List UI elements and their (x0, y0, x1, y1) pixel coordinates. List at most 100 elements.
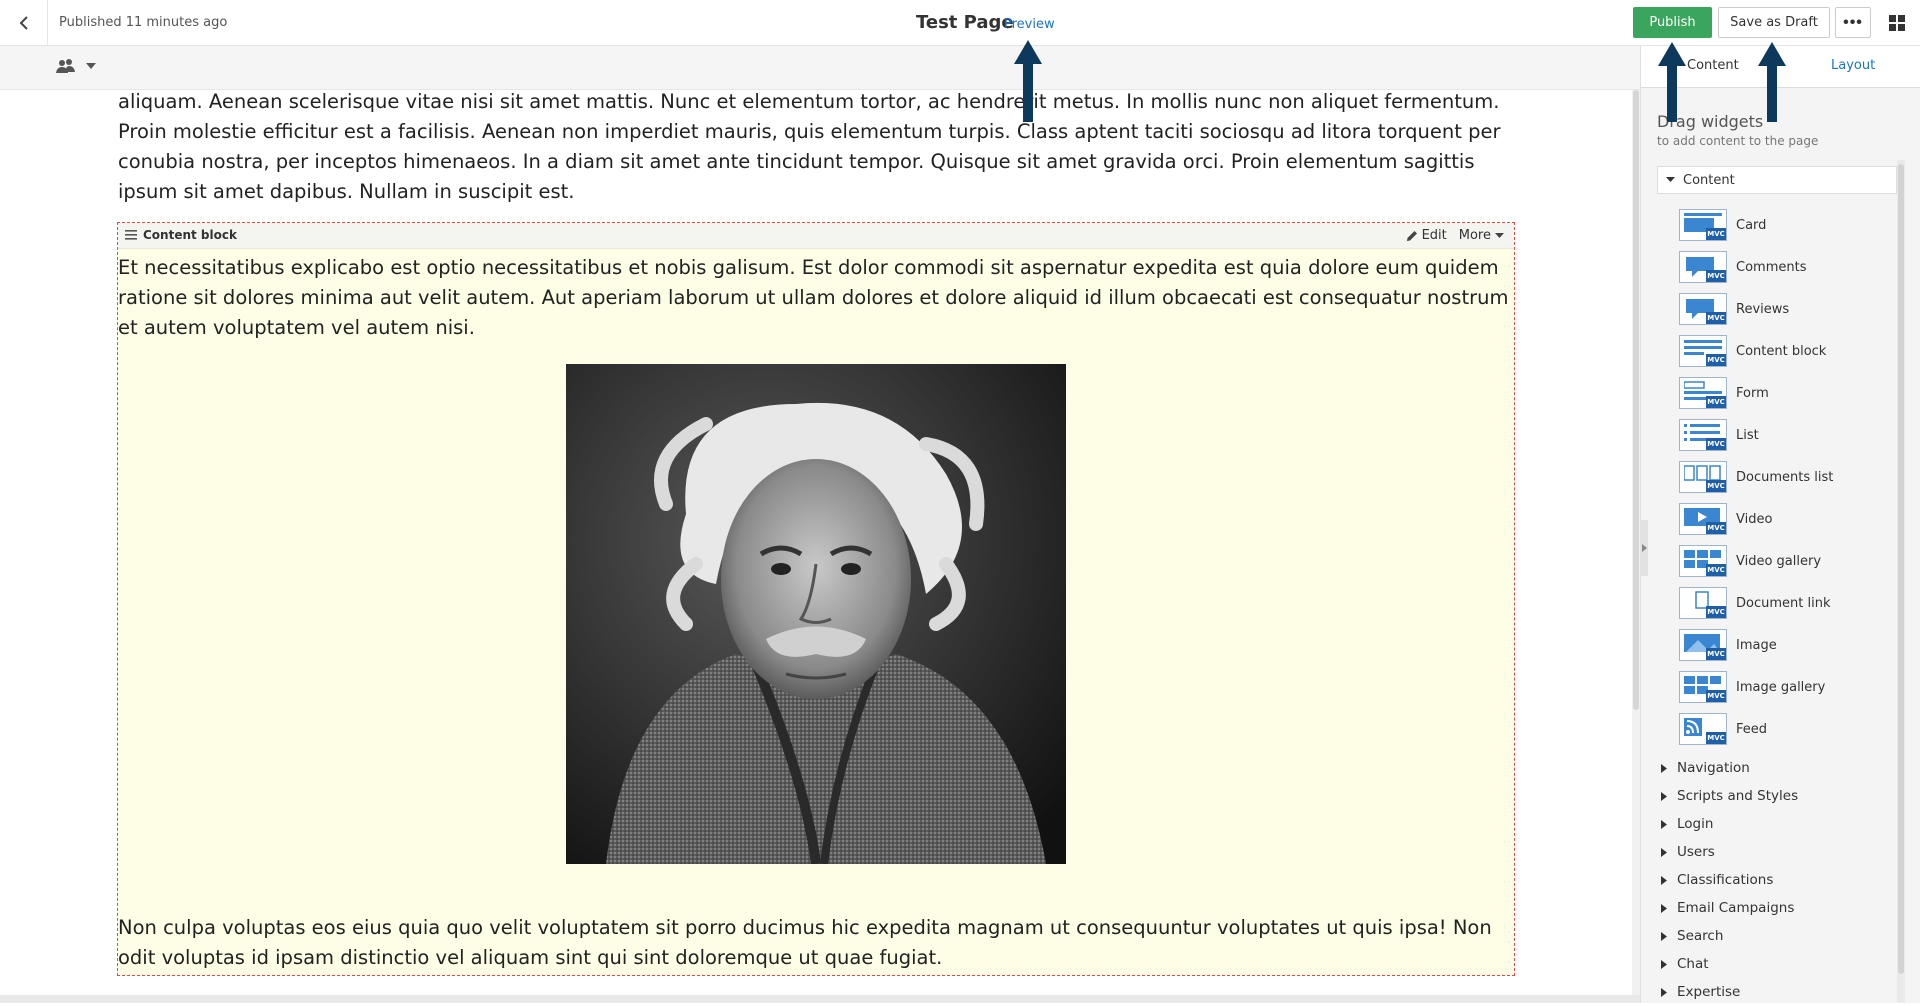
chevron-left-icon (19, 16, 28, 30)
horizontal-scrollbar[interactable] (0, 995, 1640, 1003)
caret-right-icon (1661, 847, 1667, 857)
edit-label: Edit (1421, 228, 1447, 243)
save-as-draft-button[interactable]: Save as Draft (1718, 7, 1830, 38)
widget-list: MVC Card MVC Comments MVC Reviews MVC Co… (1679, 204, 1899, 750)
widget-document-link[interactable]: MVC Document link (1679, 582, 1899, 624)
widget-form[interactable]: MVC Form (1679, 372, 1899, 414)
page-title: Test Page (916, 12, 1014, 33)
video-gallery-widget-icon: MVC (1679, 545, 1727, 577)
widget-label: Document link (1736, 595, 1831, 611)
widget-label: Feed (1736, 721, 1768, 737)
feed-widget-icon: MVC (1679, 713, 1727, 745)
category-chat[interactable]: Chat (1661, 950, 1901, 978)
panel-collapse-handle[interactable] (1640, 520, 1648, 576)
caret-right-icon (1661, 763, 1667, 773)
persona-selector[interactable] (56, 58, 96, 74)
widget-panel: Content Layout Drag widgets to add conte… (1640, 46, 1920, 1003)
content-block-header: Content block Edit More (118, 223, 1514, 249)
widget-label: List (1736, 427, 1759, 443)
widget-label: Video gallery (1736, 553, 1822, 569)
panel-subtitle: to add content to the page (1657, 134, 1819, 148)
widget-content-block[interactable]: MVC Content block (1679, 330, 1899, 372)
documents-list-widget-icon: MVC (1679, 461, 1727, 493)
canvas-toolbar (0, 46, 1640, 90)
content-section-toggle[interactable]: Content (1657, 166, 1897, 194)
image-widget-icon: MVC (1679, 629, 1727, 661)
category-navigation[interactable]: Navigation (1661, 754, 1901, 782)
widget-label: Reviews (1736, 301, 1790, 317)
video-widget-icon: MVC (1679, 503, 1727, 535)
canvas-scrollbar[interactable] (1632, 90, 1640, 995)
widget-video-gallery[interactable]: MVC Video gallery (1679, 540, 1899, 582)
tab-content[interactable]: Content (1687, 58, 1739, 73)
layout-toggle-button[interactable] (1880, 7, 1914, 38)
caret-down-icon (86, 63, 96, 69)
caret-right-icon (1661, 987, 1667, 997)
tab-layout[interactable]: Layout (1831, 58, 1875, 73)
caret-right-icon (1661, 931, 1667, 941)
widget-comments[interactable]: MVC Comments (1679, 246, 1899, 288)
widget-label: Image (1736, 637, 1777, 653)
widget-label: Card (1736, 217, 1767, 233)
widget-feed[interactable]: MVC Feed (1679, 708, 1899, 750)
block-paragraph-2: Non culpa voluptas eos eius quia quo vel… (118, 916, 1492, 969)
card-widget-icon: MVC (1679, 209, 1727, 241)
content-block-actions: Edit More (1406, 228, 1504, 243)
publish-button[interactable]: Publish (1633, 7, 1712, 38)
category-login[interactable]: Login (1661, 810, 1901, 838)
category-scripts-and-styles[interactable]: Scripts and Styles (1661, 782, 1901, 810)
caret-down-icon (1666, 177, 1675, 182)
widget-reviews[interactable]: MVC Reviews (1679, 288, 1899, 330)
category-expertise[interactable]: Expertise (1661, 978, 1901, 1006)
page-canvas: aliquam. Aenean scelerisque vitae nisi s… (0, 90, 1632, 995)
form-widget-icon: MVC (1679, 377, 1727, 409)
edit-widget-button[interactable]: Edit (1406, 228, 1447, 243)
publish-status: Published 11 minutes ago (59, 15, 228, 30)
widget-label: Documents list (1736, 469, 1834, 485)
document-link-widget-icon: MVC (1679, 587, 1727, 619)
panel-scrollbar[interactable] (1897, 160, 1905, 1003)
content-block-widget[interactable]: Content block Edit More Et necessitatibu… (117, 222, 1515, 976)
category-email-campaigns[interactable]: Email Campaigns (1661, 894, 1901, 922)
more-actions-button[interactable]: ••• (1835, 7, 1871, 38)
widget-image-gallery[interactable]: MVC Image gallery (1679, 666, 1899, 708)
preview-link[interactable]: Preview (1004, 17, 1055, 32)
category-users[interactable]: Users (1661, 838, 1901, 866)
content-block-handle[interactable]: Content block (125, 228, 237, 242)
category-classifications[interactable]: Classifications (1661, 866, 1901, 894)
widget-card[interactable]: MVC Card (1679, 204, 1899, 246)
arrow-up-icon (1658, 42, 1686, 122)
arrow-up-icon (1758, 42, 1786, 122)
content-block-label: Content block (143, 228, 237, 242)
caret-right-icon (1661, 903, 1667, 913)
widget-list[interactable]: MVC List (1679, 414, 1899, 456)
users-icon (56, 59, 75, 73)
drag-handle-icon (125, 230, 137, 240)
widget-label: Comments (1736, 259, 1807, 275)
widget-image[interactable]: MVC Image (1679, 624, 1899, 666)
caret-right-icon (1641, 544, 1647, 552)
more-widget-menu[interactable]: More (1459, 228, 1504, 243)
section-label: Content (1683, 172, 1735, 188)
ellipsis-icon: ••• (1843, 13, 1863, 31)
grid-icon (1889, 14, 1905, 31)
widget-video[interactable]: MVC Video (1679, 498, 1899, 540)
caret-right-icon (1661, 875, 1667, 885)
intro-paragraph: aliquam. Aenean scelerisque vitae nisi s… (118, 90, 1501, 203)
more-label: More (1458, 228, 1491, 243)
caret-right-icon (1661, 819, 1667, 829)
widget-label: Image gallery (1736, 679, 1826, 695)
caret-right-icon (1661, 959, 1667, 969)
pencil-icon (1406, 230, 1417, 241)
widget-categories: Navigation Scripts and Styles Login User… (1661, 754, 1901, 1006)
list-widget-icon: MVC (1679, 419, 1727, 451)
comments-widget-icon: MVC (1679, 251, 1727, 283)
block-paragraph-1: Et necessitatibus explicabo est optio ne… (118, 256, 1509, 339)
reviews-widget-icon: MVC (1679, 293, 1727, 325)
widget-documents-list[interactable]: MVC Documents list (1679, 456, 1899, 498)
widget-label: Form (1736, 385, 1769, 401)
back-button[interactable] (0, 0, 48, 46)
widget-label: Video (1736, 511, 1773, 527)
image-gallery-widget-icon: MVC (1679, 671, 1727, 703)
category-search[interactable]: Search (1661, 922, 1901, 950)
